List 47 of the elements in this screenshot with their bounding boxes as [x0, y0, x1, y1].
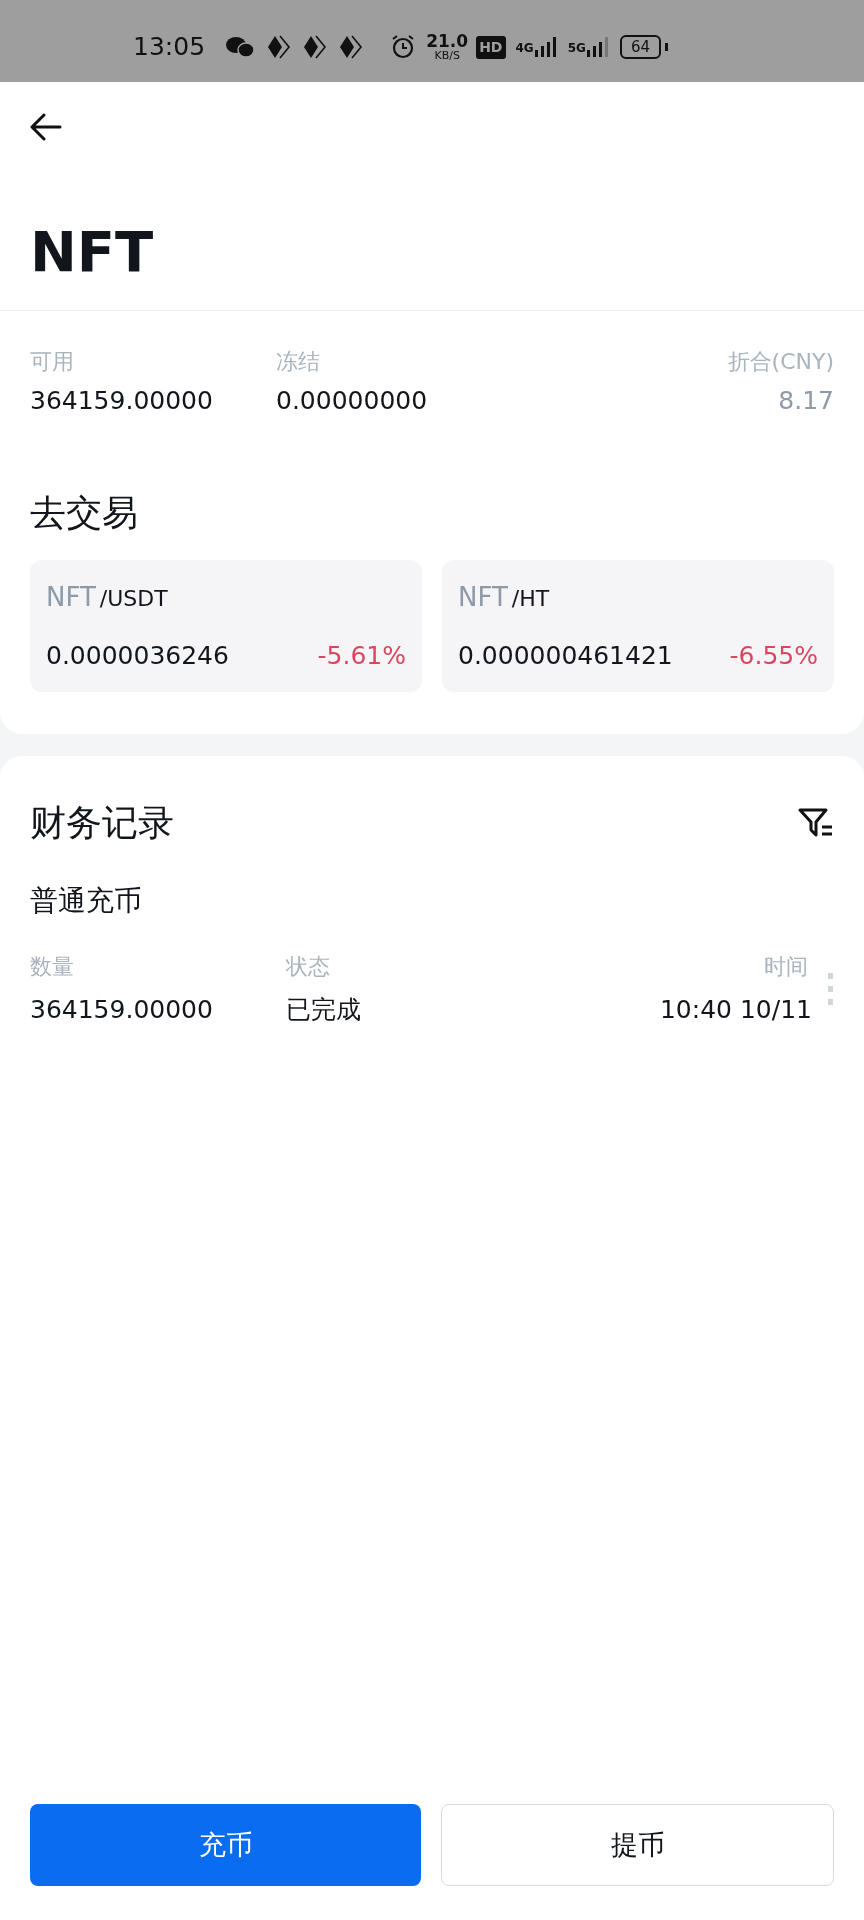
back-arrow-icon [30, 113, 62, 141]
subsection-title: 普通充币 [30, 883, 143, 919]
filter-button[interactable] [798, 807, 834, 839]
price-change: -6.55% [729, 639, 818, 672]
hd-badge: HD [476, 35, 506, 59]
clock-time: 13:05 [133, 31, 206, 64]
balance-value: 0.00000000 [276, 385, 428, 417]
section-title: 去交易 [30, 490, 139, 535]
balance-label: 可用 [30, 348, 75, 376]
signal-icon [585, 36, 610, 58]
price-change: -5.61% [317, 639, 406, 672]
network-type: 4G [515, 40, 534, 57]
table-cell-text: 364159.00000 [30, 994, 214, 1026]
pair-price: 0.000000461421 [458, 639, 673, 672]
network-speed: 21.0 [426, 33, 469, 50]
battery-level: 64 [619, 35, 661, 59]
column-header: 数量 [30, 953, 75, 981]
balance-label: 冻结 [276, 348, 321, 376]
more-icon [828, 972, 834, 1007]
filter-icon [798, 807, 834, 839]
section-title: 财务记录 [30, 801, 174, 845]
column-header: 状态 [286, 953, 330, 981]
pair-card[interactable]: NFT/USDT 0.0000036246 -5.61% [30, 559, 422, 692]
pair-base: NFT [46, 580, 96, 614]
diamond-icon [339, 34, 364, 60]
table-cell-text: 已完成 [286, 994, 361, 1026]
balance-label: 折合(CNY) [727, 348, 834, 376]
signal-icon [533, 36, 558, 58]
diamond-icon [267, 34, 292, 60]
page-title: NFT [30, 224, 155, 280]
pair-card[interactable]: NFT/HT 0.000000461421 -6.55% [442, 559, 834, 692]
pair-quote: /USDT [99, 584, 168, 613]
table-cell-text: 10:40 10/11 [659, 994, 812, 1026]
pair-quote: /HT [511, 584, 550, 613]
balance-value: 364159.00000 [30, 385, 214, 417]
pair-base: NFT [458, 580, 508, 614]
battery-tip-icon [665, 43, 668, 51]
chat-icon [225, 35, 256, 59]
back-button[interactable] [30, 113, 62, 141]
speed-unit: KB/S [434, 50, 460, 61]
diamond-icon [303, 34, 328, 60]
column-header: 时间 [764, 953, 808, 981]
balance-value: 8.17 [778, 385, 834, 417]
network-type: 5G [567, 40, 586, 57]
pair-price: 0.0000036246 [46, 639, 229, 672]
deposit-button[interactable]: 充币 [30, 1804, 421, 1886]
withdraw-button[interactable]: 提币 [441, 1804, 834, 1886]
